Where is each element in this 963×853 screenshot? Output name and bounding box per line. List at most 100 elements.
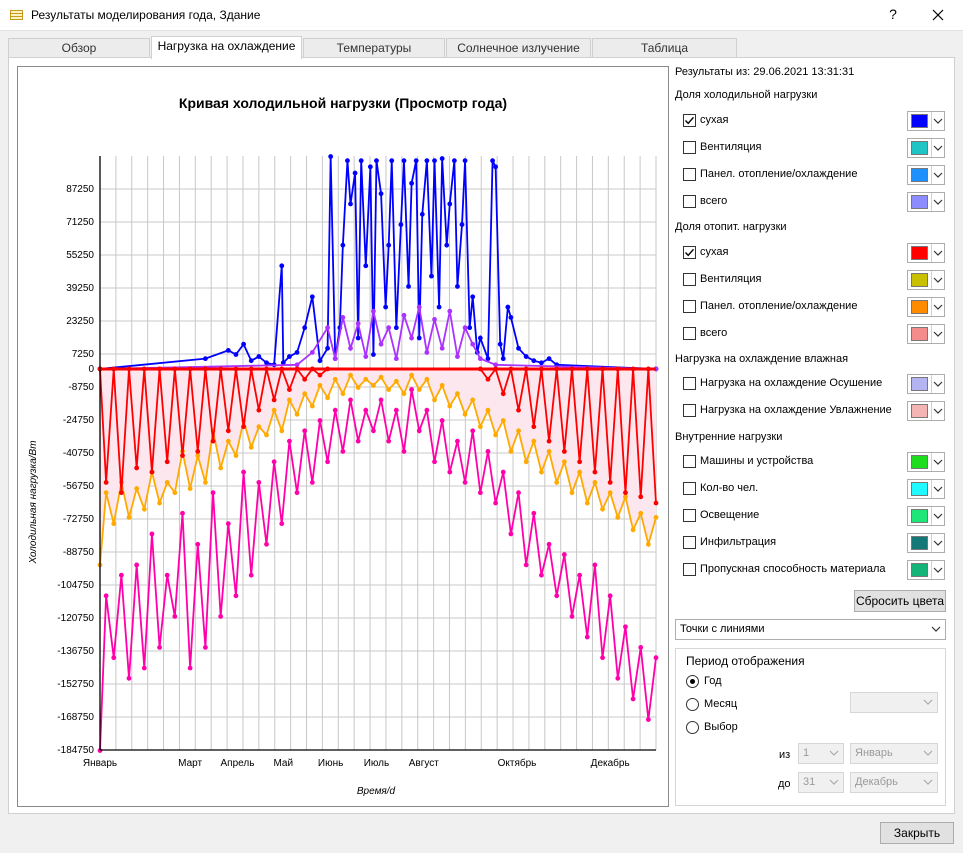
data-point — [332, 407, 338, 413]
checkbox[interactable] — [683, 509, 696, 522]
internal-load-row[interactable]: Пропускная способность материала — [683, 560, 945, 580]
color-picker[interactable] — [907, 374, 945, 394]
internal-load-row[interactable]: Кол-во чел. — [683, 479, 945, 499]
color-picker[interactable] — [907, 560, 945, 580]
checkbox[interactable] — [683, 536, 696, 549]
color-picker[interactable] — [907, 165, 945, 185]
month-select[interactable] — [850, 692, 938, 713]
checkbox-label: Вентиляция — [700, 273, 762, 285]
checkbox[interactable] — [683, 141, 696, 154]
data-point — [225, 438, 231, 444]
checkbox[interactable] — [683, 246, 696, 259]
display-mode-select[interactable]: Точки с линиями — [675, 619, 946, 640]
data-point — [561, 552, 567, 557]
tab-cooling-load[interactable]: Нагрузка на охлаждение — [151, 36, 302, 59]
checkbox[interactable] — [683, 195, 696, 208]
data-point — [455, 438, 460, 444]
data-point — [287, 387, 292, 392]
latent-load-row[interactable]: Нагрузка на охлаждение Осушение — [683, 374, 945, 394]
series-line — [99, 156, 657, 370]
checkbox[interactable] — [683, 563, 696, 576]
cooling-share-row[interactable]: Вентиляция — [683, 138, 945, 158]
heating-share-row[interactable]: Вентиляция — [683, 270, 945, 290]
to-day-select[interactable]: 31 — [798, 772, 844, 793]
color-picker[interactable] — [907, 324, 945, 344]
data-point — [462, 158, 468, 164]
data-point — [241, 424, 246, 430]
help-button[interactable]: ? — [886, 6, 900, 22]
checkbox[interactable] — [683, 114, 696, 127]
heating-share-row[interactable]: Панел. отопление/охлаждение — [683, 297, 945, 317]
data-point — [393, 407, 399, 413]
color-picker[interactable] — [907, 111, 945, 131]
checkbox[interactable] — [683, 327, 696, 340]
data-point — [577, 469, 583, 475]
tab-temperatures[interactable]: Температуры — [303, 38, 445, 58]
data-point — [424, 407, 430, 413]
data-point — [539, 469, 544, 475]
data-point — [187, 486, 193, 491]
color-swatch — [911, 482, 928, 496]
close-icon[interactable] — [928, 5, 948, 25]
tab-table[interactable]: Таблица — [592, 38, 737, 58]
color-picker[interactable] — [907, 192, 945, 212]
data-point — [531, 510, 537, 516]
data-point — [363, 376, 369, 382]
chevron-down-icon — [931, 620, 941, 646]
color-picker[interactable] — [907, 452, 945, 472]
close-button[interactable]: Закрыть — [880, 822, 954, 844]
checkbox[interactable] — [683, 455, 696, 468]
from-day-select[interactable]: 1 — [798, 743, 844, 764]
radio-year[interactable] — [686, 675, 699, 688]
radio-custom[interactable] — [686, 721, 699, 734]
checkbox[interactable] — [683, 300, 696, 313]
color-picker[interactable] — [907, 506, 945, 526]
data-point — [419, 211, 425, 217]
tab-overview[interactable]: Обзор — [8, 38, 150, 58]
data-point — [378, 191, 384, 197]
data-point — [241, 341, 246, 347]
to-month-select[interactable]: Декабрь — [850, 772, 938, 793]
checkbox[interactable] — [683, 273, 696, 286]
internal-load-row[interactable]: Машины и устройства — [683, 452, 945, 472]
color-picker[interactable] — [907, 401, 945, 421]
cooling-share-row[interactable]: сухая — [683, 111, 945, 131]
data-point — [287, 354, 292, 359]
data-point — [645, 541, 651, 547]
reset-colors-button[interactable]: Сбросить цвета — [854, 590, 946, 612]
color-picker[interactable] — [907, 297, 945, 317]
checkbox[interactable] — [683, 482, 696, 495]
data-point — [126, 675, 132, 681]
checkbox[interactable] — [683, 168, 696, 181]
cooling-share-row[interactable]: всего — [683, 192, 945, 212]
color-picker[interactable] — [907, 138, 945, 158]
checkbox[interactable] — [683, 377, 696, 390]
color-picker[interactable] — [907, 479, 945, 499]
checkbox[interactable] — [683, 404, 696, 417]
data-point — [149, 469, 155, 475]
color-picker[interactable] — [907, 533, 945, 553]
radio-month[interactable] — [686, 698, 699, 711]
y-tick-label: -184750 — [57, 745, 94, 756]
chevron-down-icon — [931, 298, 944, 316]
heating-share-row[interactable]: сухая — [683, 243, 945, 263]
cooling-share-row[interactable]: Панел. отопление/охлаждение — [683, 165, 945, 185]
color-picker[interactable] — [907, 270, 945, 290]
data-point — [195, 541, 201, 547]
data-point — [531, 358, 537, 364]
data-point — [623, 490, 628, 496]
internal-load-row[interactable]: Освещение — [683, 506, 945, 526]
tab-solar-radiation[interactable]: Солнечное излучение — [446, 38, 591, 58]
color-swatch — [911, 509, 928, 523]
latent-load-row[interactable]: Нагрузка на охлаждение Увлажнение — [683, 401, 945, 421]
radio-custom-label: Выбор — [704, 721, 738, 733]
data-point — [195, 453, 201, 458]
color-picker[interactable] — [907, 243, 945, 263]
internal-load-row[interactable]: Инфильтрация — [683, 533, 945, 553]
data-point — [470, 397, 476, 403]
latent-load-title: Нагрузка на охлаждение влажная — [675, 353, 849, 365]
from-month-select[interactable]: Январь — [850, 743, 938, 764]
heating-share-row[interactable]: всего — [683, 324, 945, 344]
data-point — [462, 479, 468, 485]
radio-year-label: Год — [704, 675, 722, 687]
